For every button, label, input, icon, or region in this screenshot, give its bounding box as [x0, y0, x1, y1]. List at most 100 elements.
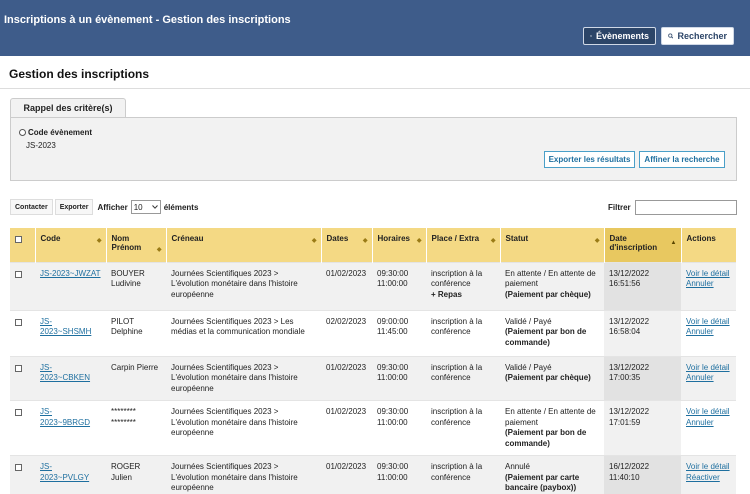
view-detail-link[interactable]: Voir le détail	[686, 363, 730, 372]
row-place: inscription à la conférence	[431, 316, 483, 337]
row-code-link[interactable]: JS-2023~9BRGD	[40, 407, 90, 427]
row-reg-date: 13/12/2022	[609, 316, 650, 326]
page-size-value: 10	[133, 202, 143, 212]
col-status[interactable]: Statut ◆	[500, 228, 605, 262]
sort-icon: ◆	[311, 238, 317, 244]
view-detail-link[interactable]: Voir le détail	[686, 317, 730, 326]
select-all-checkbox[interactable]	[15, 236, 22, 243]
row-checkbox[interactable]	[15, 318, 22, 326]
sort-icon: ◆	[362, 238, 368, 244]
row-time-end: 11:45:00	[377, 327, 408, 336]
col-registration-date[interactable]: Date d'inscription ▲	[604, 228, 682, 262]
row-reg-time: 17:00:35	[609, 373, 641, 382]
row-reg-date: 13/12/2022	[609, 268, 650, 278]
col-actions: Actions	[681, 228, 737, 262]
search-button[interactable]: Rechercher	[661, 27, 734, 45]
show-label: Afficher	[97, 202, 128, 212]
row-date: 01/02/2023	[321, 355, 372, 401]
view-detail-link[interactable]: Voir le détail	[686, 462, 730, 471]
row-time-end: 11:00:00	[377, 417, 408, 427]
row-code-link[interactable]: JS-2023~CBKEN	[40, 363, 90, 383]
row-select-cell	[10, 261, 35, 310]
criteria-box: Code évènement JS-2023 Exporter les résu…	[10, 117, 737, 181]
col-code[interactable]: Code ◆	[35, 228, 107, 262]
row-date: 02/02/2023	[321, 309, 372, 356]
clock-icon	[590, 35, 592, 37]
criteria-field-value: JS-2023	[26, 141, 56, 150]
row-code-cell: JS-2023~PVLGY	[35, 455, 106, 494]
row-time-start: 09:30:00	[377, 407, 409, 416]
col-slot[interactable]: Créneau ◆	[166, 228, 322, 262]
row-action-link[interactable]: Annuler	[686, 373, 714, 382]
row-times: 09:30:00 11:00:00	[372, 355, 426, 401]
row-action-link[interactable]: Annuler	[686, 279, 714, 288]
row-status-cell: Validé / Payé (Paiement par chèque)	[500, 355, 604, 401]
search-button-label: Rechercher	[677, 31, 727, 41]
col-name[interactable]: Nom Prénom ◆	[106, 228, 167, 262]
table-row: JS-2023~CBKEN Carpin Pierre Journées Scien…	[10, 355, 736, 401]
refine-search-button[interactable]: Affiner la recherche	[639, 151, 725, 168]
row-reg-date: 13/12/2022	[609, 362, 650, 372]
row-registration-date: 13/12/2022 17:00:35	[604, 355, 681, 401]
row-place-cell: inscription à la conférence	[426, 400, 500, 456]
col-times[interactable]: Horaires ◆	[372, 228, 427, 262]
sort-asc-icon: ▲	[670, 240, 677, 246]
view-detail-link[interactable]: Voir le détail	[686, 269, 730, 278]
criteria-radio[interactable]	[19, 129, 26, 136]
row-place-cell: inscription à la conférence	[426, 455, 500, 494]
row-actions: Voir le détail Annuler	[681, 261, 736, 310]
row-registration-date: 16/12/2022 11:40:10	[604, 455, 681, 494]
row-name: ******** ********	[106, 400, 166, 456]
contact-button[interactable]: Contacter	[10, 199, 53, 215]
row-registration-date: 13/12/2022 17:01:59	[604, 400, 681, 456]
view-detail-link[interactable]: Voir le détail	[686, 407, 730, 416]
row-status-detail: (Paiement par chèque)	[505, 289, 591, 299]
row-select-cell	[10, 455, 35, 494]
row-code-link[interactable]: JS-2023~JWZAT	[40, 269, 101, 278]
export-button[interactable]: Exporter	[54, 199, 94, 215]
sort-icon: ◆	[594, 238, 600, 244]
row-select-cell	[10, 355, 35, 401]
row-reg-time: 16:58:04	[609, 327, 641, 336]
row-time-end: 11:00:00	[377, 472, 408, 482]
row-times: 09:30:00 11:00:00	[372, 261, 426, 310]
row-checkbox[interactable]	[15, 364, 22, 372]
row-code-cell: JS-2023~SHSMH	[35, 309, 106, 356]
row-extra: + Repas	[431, 289, 462, 299]
title-divider	[0, 88, 750, 89]
row-name: Carpin Pierre	[106, 355, 166, 401]
row-name: BOUYER Ludivine	[106, 261, 166, 310]
row-time-start: 09:30:00	[377, 362, 409, 372]
row-reg-time: 11:40:10	[609, 472, 640, 482]
page-size-select[interactable]: 10	[130, 200, 161, 214]
row-code-link[interactable]: JS-2023~SHSMH	[40, 317, 91, 337]
col-place[interactable]: Place / Extra ◆	[426, 228, 501, 262]
header-bar: Inscriptions à un évènement - Gestion de…	[0, 0, 750, 56]
row-status: Validé / Payé	[505, 362, 552, 372]
col-dates[interactable]: Dates ◆	[321, 228, 373, 262]
row-checkbox[interactable]	[15, 409, 22, 416]
criteria-tab[interactable]: Rappel des critère(s)	[10, 98, 126, 117]
sort-icon: ◆	[490, 238, 496, 244]
row-select-cell	[10, 309, 35, 356]
row-status: Validé / Payé	[505, 316, 552, 326]
row-action-link[interactable]: Annuler	[686, 418, 714, 427]
row-code-link[interactable]: JS-2023~PVLGY	[40, 462, 89, 482]
row-date: 01/02/2023	[321, 261, 372, 310]
filter-area: Filtrer	[608, 198, 737, 216]
events-button[interactable]: Évènements	[583, 27, 656, 45]
row-action-link[interactable]: Réactiver	[686, 473, 720, 482]
export-results-button[interactable]: Exporter les résultats	[544, 151, 635, 168]
table-row: JS-2023~PVLGY ROGER Julien Journées Scient…	[10, 455, 736, 494]
row-slot: Journées Scientifiques 2023 > L'évolutio…	[166, 261, 321, 310]
filter-input[interactable]	[634, 199, 737, 215]
row-status-detail: (Paiement par chèque)	[505, 373, 591, 382]
row-reg-date: 16/12/2022	[609, 462, 650, 471]
row-status: Annulé	[505, 462, 530, 471]
row-code-cell: JS-2023~CBKEN	[35, 355, 106, 401]
row-checkbox[interactable]	[15, 464, 22, 471]
elements-label: éléments	[163, 202, 199, 212]
row-action-link[interactable]: Annuler	[686, 327, 714, 336]
row-checkbox[interactable]	[15, 270, 22, 278]
registrations-table: Code ◆ Nom Prénom ◆ Créneau ◆ Dates ◆ Horair…	[10, 228, 737, 494]
